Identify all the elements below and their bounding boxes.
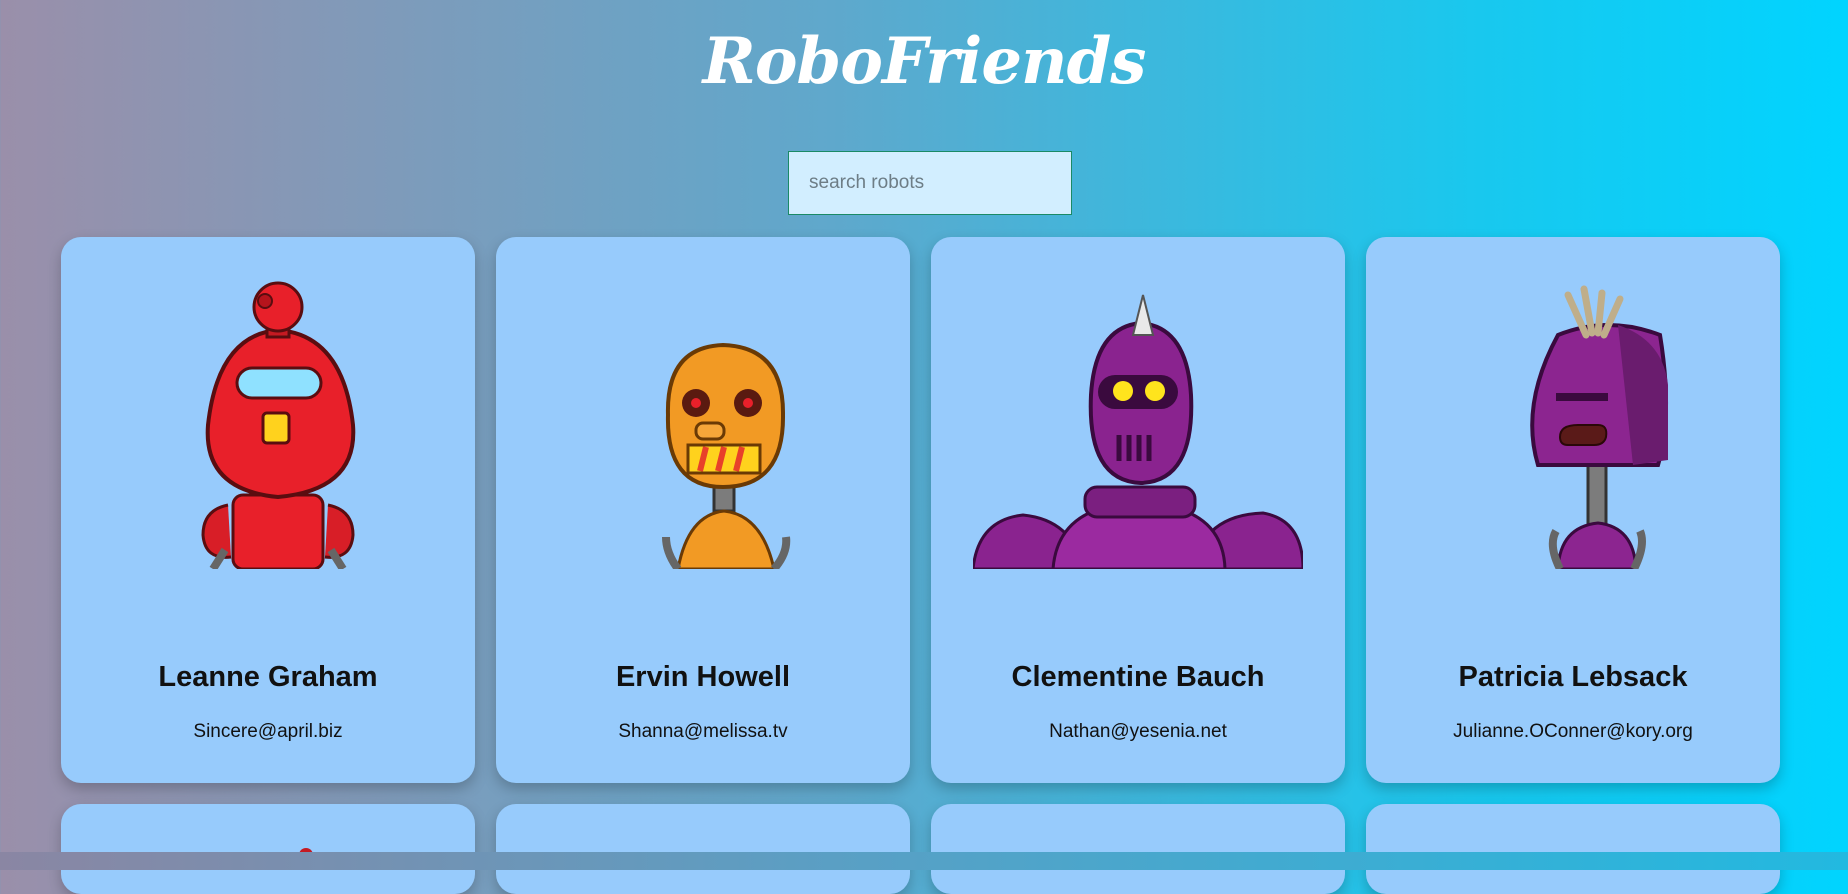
robot-avatar-icon [201,281,356,569]
robot-card[interactable]: Ervin Howell Shanna@melissa.tv [496,237,910,783]
robot-card[interactable]: Patricia Lebsack Julianne.OConner@kory.o… [1366,237,1780,783]
robot-card[interactable] [1366,804,1780,894]
search-input[interactable] [788,151,1072,215]
robot-card[interactable] [496,804,910,894]
robot-avatar-icon [662,342,791,569]
robot-email: Nathan@yesenia.net [1049,721,1227,742]
robot-avatar-icon [1530,285,1668,569]
robot-card[interactable] [931,804,1345,894]
robot-name: Ervin Howell [615,661,791,693]
robot-email: Sincere@april.biz [193,721,343,742]
app-title: RoboFriends [702,24,1147,99]
robot-name: Patricia Lebsack [1458,661,1688,693]
robot-email: Julianne.OConner@kory.org [1453,721,1693,742]
robot-card[interactable]: Leanne Graham Sincere@april.biz [61,237,475,783]
horizontal-scrollbar[interactable] [0,852,1848,870]
robot-name: Leanne Graham [158,661,378,693]
robot-card[interactable] [61,804,475,894]
robot-avatar-icon [973,294,1303,569]
robot-email: Shanna@melissa.tv [618,721,788,742]
robot-card[interactable]: Clementine Bauch Nathan@yesenia.net [931,237,1345,783]
robot-name: Clementine Bauch [1011,661,1265,693]
